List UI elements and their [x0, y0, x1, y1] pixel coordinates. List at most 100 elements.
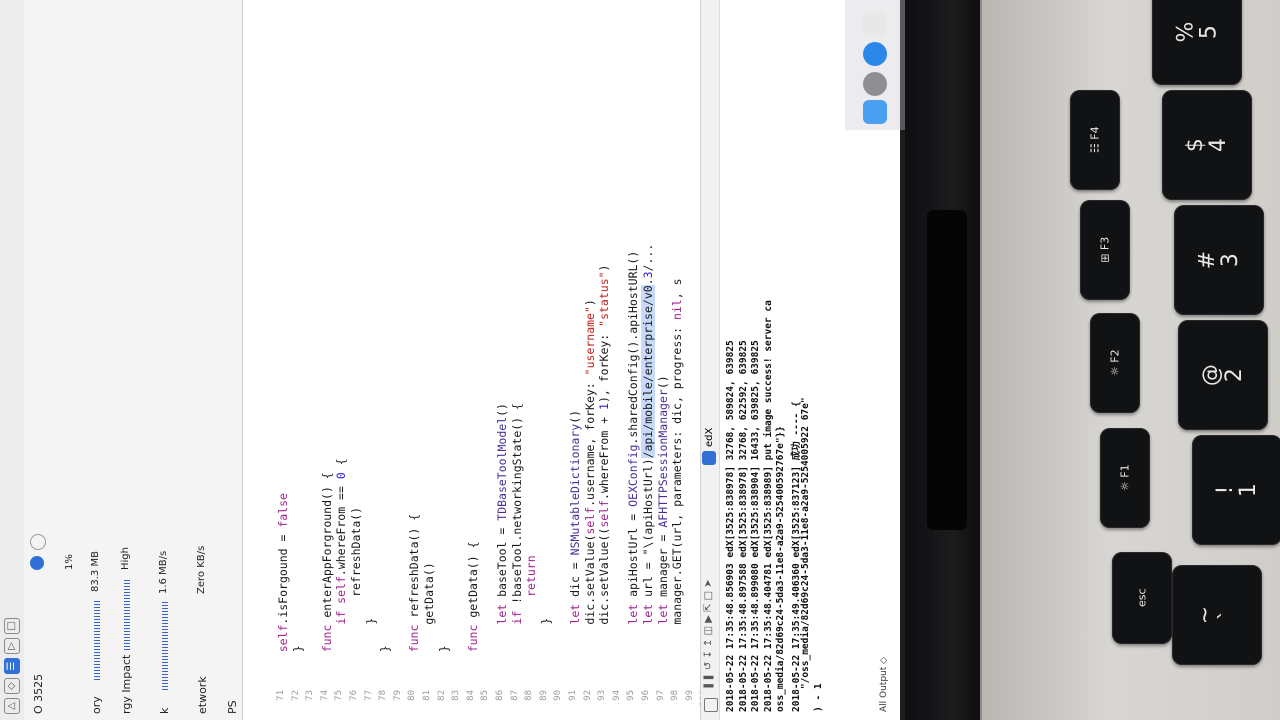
- code-line[interactable]: 77 }: [364, 0, 379, 720]
- finder-icon[interactable]: [863, 100, 887, 124]
- console-line: "/oss_media/82d69c24-5da3-11e8-a2a9-5254…: [800, 397, 811, 712]
- line-number[interactable]: 94: [612, 690, 622, 720]
- code-line[interactable]: 80 func refreshData() {: [407, 0, 422, 720]
- code-text: }: [290, 645, 305, 680]
- code-text: }: [436, 645, 451, 680]
- f2-key[interactable]: ☼ F2: [1090, 313, 1140, 413]
- dock: [845, 0, 905, 130]
- code-line[interactable]: 88 return: [524, 0, 539, 720]
- code-text: dic.setValue(self.username, forKey: "use…: [582, 299, 597, 680]
- line-number[interactable]: 86: [495, 690, 505, 720]
- code-text: let dic = NSMutableDictionary(): [568, 409, 582, 625]
- code-text: if !baseTool.networkingState() {: [509, 403, 524, 625]
- code-line[interactable]: 78 }: [378, 0, 393, 720]
- line-number[interactable]: 92: [583, 690, 593, 720]
- notes-icon[interactable]: [863, 12, 887, 36]
- code-line[interactable]: 86 let baseTool = TDBaseToolModel(): [495, 0, 510, 720]
- debug-controls-icon[interactable]: ❚❚ ↺ ↧ ↥ ◫ ▶ ⇱ □ ➤: [703, 579, 714, 690]
- code-line[interactable]: 79: [393, 0, 408, 720]
- code-line[interactable]: 94: [612, 0, 627, 720]
- launchpad-icon[interactable]: [863, 72, 887, 96]
- key-2[interactable]: @2: [1178, 320, 1268, 430]
- esc-key[interactable]: esc: [1112, 552, 1172, 644]
- code-line[interactable]: 83: [451, 0, 466, 720]
- line-number[interactable]: 73: [305, 690, 315, 720]
- line-number[interactable]: 96: [641, 690, 651, 720]
- line-number[interactable]: 97: [656, 690, 666, 720]
- line-number[interactable]: 85: [480, 690, 490, 720]
- f3-key[interactable]: ⊞ F3: [1080, 200, 1130, 300]
- key-tilde[interactable]: ~ `: [1172, 565, 1262, 665]
- line-number[interactable]: 88: [524, 690, 534, 720]
- code-line[interactable]: 95 let apiHostUrl = OEXConfig.sharedConf…: [626, 0, 641, 720]
- line-number[interactable]: 82: [437, 690, 447, 720]
- code-line[interactable]: 90: [553, 0, 568, 720]
- code-text: getData(): [422, 562, 436, 680]
- code-line[interactable]: 72 }: [291, 0, 306, 720]
- code-line[interactable]: 74 func enterAppForground() {: [320, 0, 335, 720]
- key-1[interactable]: ! 1: [1192, 435, 1280, 545]
- laptop-hinge: [905, 0, 985, 720]
- code-line[interactable]: 76 refreshData(): [349, 0, 364, 720]
- line-number[interactable]: 78: [378, 690, 388, 720]
- console-toolbar: ❚❚ ↺ ↧ ↥ ◫ ▶ ⇱ □ ➤ edX: [701, 0, 720, 720]
- code-editor[interactable]: 71 self.isForgound = false 72 } 73 74 func …: [0, 0, 900, 720]
- console-line: 2018-05-22 17:35:48.899080 edX[3525:8389…: [750, 340, 761, 712]
- line-number[interactable]: 83: [451, 690, 461, 720]
- console-line: 2018-05-22 17:35:48.404781 edX[3525:8389…: [762, 300, 774, 712]
- code-line[interactable]: 92 dic.setValue(self.username, forKey: "…: [583, 0, 598, 720]
- line-number[interactable]: 72: [291, 690, 301, 720]
- line-number[interactable]: 93: [597, 690, 607, 720]
- line-number[interactable]: 89: [539, 690, 549, 720]
- code-text: func enterAppForground() {: [319, 472, 334, 653]
- code-text: let apiHostUrl = OEXConfig.sharedConfig(…: [626, 250, 641, 625]
- code-text: if self.whereFrom == 0 {: [334, 458, 349, 625]
- code-line[interactable]: 99: [685, 0, 700, 720]
- code-line[interactable]: 84 func getData() {: [466, 0, 481, 720]
- code-line[interactable]: 71 self.isForgound = false: [276, 0, 291, 720]
- key-4[interactable]: $4: [1162, 90, 1252, 200]
- f4-key[interactable]: ☷ F4: [1070, 90, 1120, 190]
- code-line[interactable]: 93 dic.setValue((self.whereFrom + 1), fo…: [597, 0, 612, 720]
- code-line[interactable]: 85: [480, 0, 495, 720]
- line-number[interactable]: 75: [334, 690, 344, 720]
- code-line[interactable]: 73: [305, 0, 320, 720]
- code-line[interactable]: 96 let url = "\(apiHostUrl)/api/mobile/e…: [641, 0, 656, 720]
- line-number[interactable]: 95: [626, 690, 636, 720]
- target-label: edX: [704, 427, 715, 447]
- key-3[interactable]: #3: [1174, 205, 1264, 315]
- line-number[interactable]: 79: [393, 690, 403, 720]
- line-number[interactable]: 74: [320, 690, 330, 720]
- line-number[interactable]: 77: [364, 690, 374, 720]
- output-selector[interactable]: All Output ◇: [879, 657, 889, 712]
- code-line[interactable]: 89 }: [539, 0, 554, 720]
- line-number[interactable]: 71: [276, 690, 286, 720]
- f1-key[interactable]: ☼ F1: [1100, 428, 1150, 528]
- code-text: self.isForgound = false: [276, 493, 290, 653]
- line-number[interactable]: 99: [685, 690, 695, 720]
- code-text: manager.GET(url, parameters: dic, progre…: [670, 278, 685, 680]
- code-line[interactable]: 87 if !baseTool.networkingState() {: [510, 0, 525, 720]
- code-line[interactable]: 75 if self.whereFrom == 0 {: [334, 0, 349, 720]
- line-number[interactable]: 90: [553, 690, 563, 720]
- line-number[interactable]: 76: [349, 690, 359, 720]
- line-number[interactable]: 81: [422, 690, 432, 720]
- line-number[interactable]: 87: [510, 690, 520, 720]
- line-number[interactable]: 98: [670, 690, 680, 720]
- code-line[interactable]: 81 getData(): [422, 0, 437, 720]
- console-line: oss_media/82d69c24-5da3-11e8-a2a9-525400…: [775, 426, 786, 712]
- line-number[interactable]: 91: [568, 690, 578, 720]
- console-line: 2018-05-22 17:35:48.856903 edX[3525:8389…: [725, 340, 736, 712]
- code-line[interactable]: 97 let manager = AFHTTPSessionManager(): [656, 0, 671, 720]
- key-5[interactable]: % 5: [1152, 0, 1242, 85]
- code-text: let url = "\(apiHostUrl)/api/mobile/ente…: [641, 243, 655, 625]
- code-line[interactable]: 91 let dic = NSMutableDictionary(): [568, 0, 583, 720]
- line-number[interactable]: 80: [407, 690, 417, 720]
- safari-icon[interactable]: [863, 42, 887, 66]
- xcode-window: △ ◇ ☰ ▷ □ O 3525 1% ory 83.3 MB rgy Impa…: [0, 0, 900, 720]
- console-line: ) - 1: [812, 683, 824, 712]
- line-number[interactable]: 84: [466, 690, 476, 720]
- code-line[interactable]: 98 manager.GET(url, parameters: dic, pro…: [670, 0, 685, 720]
- hide-debug-area-icon[interactable]: [704, 698, 718, 712]
- code-line[interactable]: 82 }: [437, 0, 452, 720]
